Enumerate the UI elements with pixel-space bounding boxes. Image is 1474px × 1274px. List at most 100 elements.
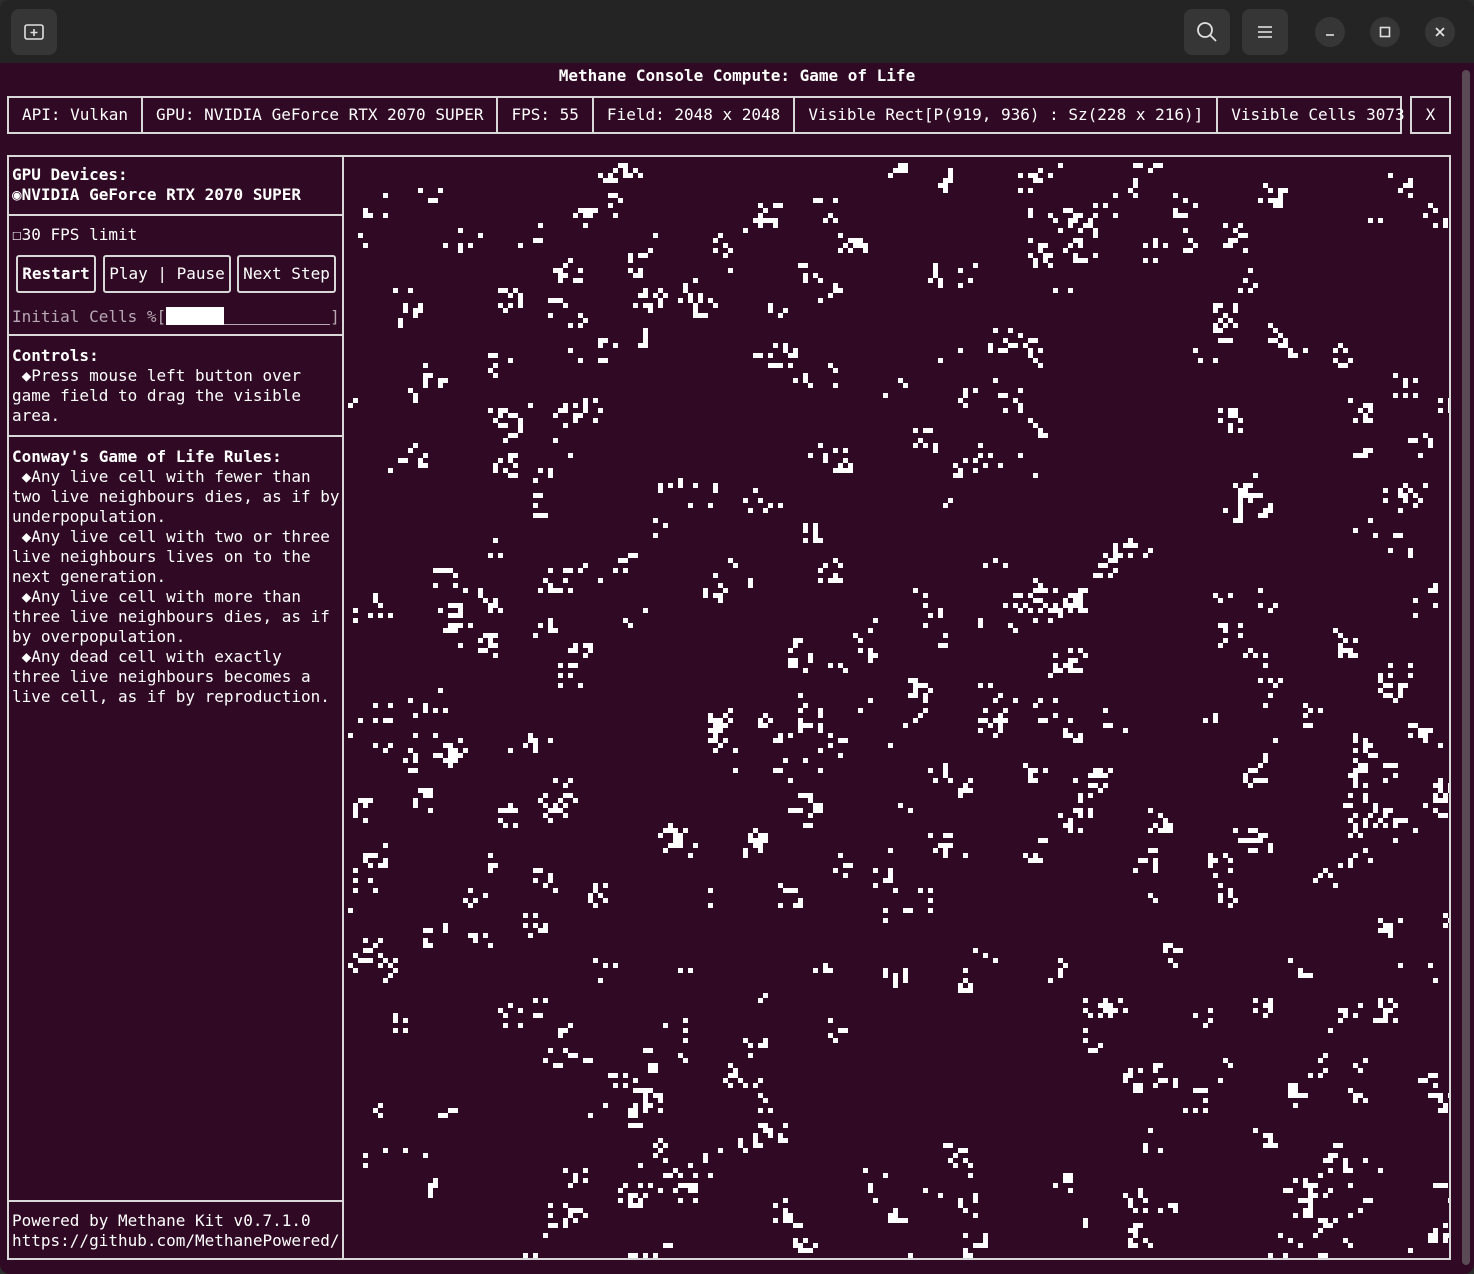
- maximize-button[interactable]: [1370, 17, 1400, 47]
- live-cell: [678, 1053, 683, 1058]
- live-cell: [628, 1198, 633, 1203]
- live-cell: [1338, 1018, 1343, 1023]
- initial-cells-slider[interactable]: Initial Cells %[]: [12, 307, 342, 327]
- live-cell: [1268, 678, 1273, 683]
- slider-track: [224, 308, 331, 325]
- live-cell: [498, 458, 503, 463]
- live-cell: [1358, 408, 1363, 413]
- live-cell: [1113, 1008, 1118, 1013]
- live-cell: [733, 748, 738, 753]
- live-cell: [813, 803, 818, 808]
- live-cell: [448, 1108, 453, 1113]
- live-cell: [1258, 763, 1263, 768]
- live-cell: [638, 343, 643, 348]
- live-cell: [1308, 973, 1313, 978]
- live-cell: [1313, 878, 1318, 883]
- live-cell: [1433, 208, 1438, 213]
- live-cell: [548, 298, 553, 303]
- fps-limit-checkbox[interactable]: ☐30 FPS limit: [12, 225, 342, 245]
- live-cell: [1308, 1213, 1313, 1218]
- status-api: API: Vulkan: [9, 98, 143, 132]
- live-cell: [1323, 1218, 1328, 1223]
- live-cell: [573, 663, 578, 668]
- next-step-button[interactable]: Next Step: [237, 255, 336, 293]
- live-cell: [713, 738, 718, 743]
- live-cell: [843, 863, 848, 868]
- live-cell: [603, 883, 608, 888]
- live-cell: [1433, 1233, 1438, 1238]
- live-cell: [1403, 818, 1408, 823]
- initial-cells-slider-fill[interactable]: [166, 307, 225, 325]
- minimize-button[interactable]: [1315, 17, 1345, 47]
- live-cell: [1038, 583, 1043, 588]
- live-cell: [1303, 1183, 1308, 1188]
- game-field-cells[interactable]: [344, 157, 1451, 1260]
- play-pause-button[interactable]: Play | Pause: [103, 255, 231, 293]
- live-cell: [1073, 213, 1078, 218]
- live-cell: [413, 803, 418, 808]
- live-cell: [1018, 333, 1023, 338]
- live-cell: [683, 1058, 688, 1063]
- live-cell: [1233, 303, 1238, 308]
- live-cell: [1363, 763, 1368, 768]
- scrollbar[interactable]: [1462, 70, 1470, 1265]
- live-cell: [518, 423, 523, 428]
- live-cell: [1318, 1253, 1323, 1258]
- live-cell: [503, 468, 508, 473]
- title-bar: [0, 0, 1474, 63]
- live-cell: [1208, 1018, 1213, 1023]
- footer-url-link[interactable]: https://github.com/MethanePowered/: [12, 1231, 340, 1251]
- live-cell: [1338, 363, 1343, 368]
- live-cell: [428, 928, 433, 933]
- live-cell: [923, 698, 928, 703]
- live-cell: [983, 1233, 988, 1238]
- live-cell: [763, 713, 768, 718]
- live-cell: [1228, 428, 1233, 433]
- live-cell: [1068, 1173, 1073, 1178]
- live-cell: [1448, 398, 1449, 403]
- live-cell: [693, 303, 698, 308]
- live-cell: [1383, 1018, 1388, 1023]
- live-cell: [643, 1093, 648, 1098]
- live-cell: [1433, 978, 1438, 983]
- app-close-button[interactable]: X: [1410, 96, 1451, 134]
- live-cell: [1368, 218, 1373, 223]
- live-cell: [1393, 773, 1398, 778]
- live-cell: [423, 383, 428, 388]
- live-cell: [968, 1173, 973, 1178]
- live-cell: [583, 563, 588, 568]
- live-cell: [1388, 548, 1393, 553]
- live-cell: [1448, 918, 1449, 923]
- live-cell: [543, 1233, 548, 1238]
- live-cell: [1053, 1183, 1058, 1188]
- live-cell: [923, 693, 928, 698]
- restart-button[interactable]: Restart: [16, 255, 96, 293]
- gpu-device-radio[interactable]: ◉NVIDIA GeForce RTX 2070 SUPER: [12, 185, 342, 205]
- live-cell: [718, 728, 723, 733]
- live-cell: [1028, 593, 1033, 598]
- live-cell: [503, 423, 508, 428]
- live-cell: [568, 1208, 573, 1213]
- live-cell: [1433, 1083, 1438, 1088]
- search-button[interactable]: [1184, 9, 1230, 55]
- live-cell: [813, 198, 818, 203]
- live-cell: [893, 983, 898, 988]
- live-cell: [768, 1128, 773, 1133]
- game-field[interactable]: [344, 155, 1451, 1260]
- live-cell: [808, 653, 813, 658]
- live-cell: [568, 348, 573, 353]
- live-cell: [978, 443, 983, 448]
- menu-button[interactable]: [1242, 9, 1288, 55]
- live-cell: [1233, 308, 1238, 313]
- close-window-button[interactable]: [1425, 17, 1455, 47]
- live-cell: [503, 408, 508, 413]
- new-tab-button[interactable]: [11, 9, 57, 55]
- live-cell: [533, 503, 538, 508]
- live-cell: [583, 1058, 588, 1063]
- live-cell: [1108, 1013, 1113, 1018]
- live-cell: [803, 273, 808, 278]
- live-cell: [1383, 1008, 1388, 1013]
- live-cell: [1068, 208, 1073, 213]
- live-cell: [1113, 548, 1118, 553]
- live-cell: [1273, 683, 1278, 688]
